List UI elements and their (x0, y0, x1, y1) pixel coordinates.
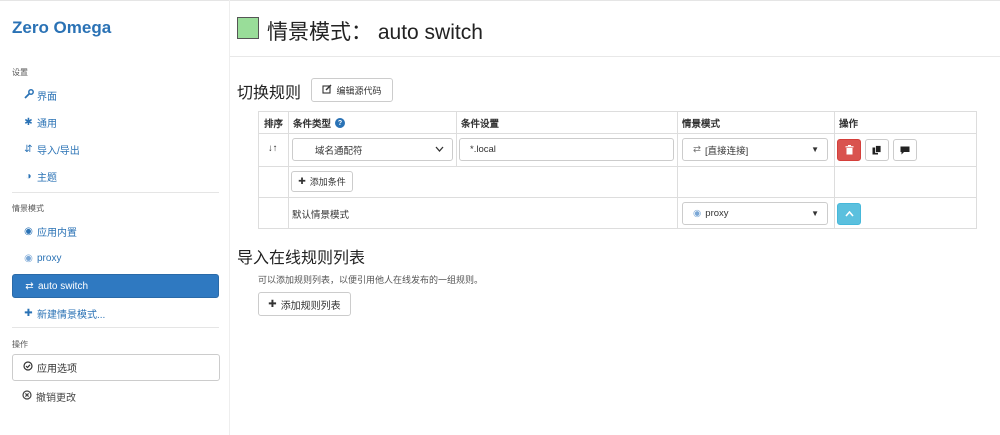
edit-source-button[interactable]: 编辑源代码 (311, 78, 393, 102)
sidebar-item-theme[interactable]: ◑ 主题 (12, 164, 219, 188)
column-header-profile: 情景模式 (682, 119, 721, 130)
sidebar-item-label: 应用内置 (37, 227, 77, 239)
plus-icon: ✚ (268, 298, 277, 310)
table-divider (456, 112, 457, 166)
table-divider (288, 112, 289, 228)
sidebar: Zero Omega 设置 界面 ✱ 通用 ⇵ 导入/导出 ◑ 主题 情景模式 … (0, 0, 230, 435)
add-condition-label: 添加条件 (309, 177, 346, 187)
edit-source-label: 编辑源代码 (336, 85, 382, 96)
condition-type-value: 域名通配符 (315, 145, 363, 157)
direct-connect-icon: ⇄ (693, 144, 701, 155)
table-divider (834, 112, 835, 228)
sidebar-item-builtin[interactable]: ◉ 应用内置 (12, 219, 219, 243)
sidebar-item-proxy[interactable]: ◉ proxy (12, 246, 219, 270)
settings-header: 设置 (12, 68, 28, 77)
comment-rule-button[interactable] (893, 139, 917, 161)
default-profile-label: 默认情景模式 (292, 210, 350, 221)
table-divider (259, 133, 976, 134)
condition-value-input[interactable]: *.local (459, 138, 674, 161)
column-header-label: 条件类型 (293, 119, 332, 130)
wrench-icon (22, 88, 35, 102)
rule-profile-select[interactable]: ⇄ [直接连接] ▼ (682, 138, 828, 161)
header-divider (230, 56, 1000, 57)
sidebar-item-label: proxy (37, 252, 62, 264)
add-rule-list-button[interactable]: ✚ 添加规则列表 (258, 292, 351, 316)
trash-icon (845, 145, 853, 155)
copy-icon (872, 145, 882, 155)
brand-title[interactable]: Zero Omega (12, 18, 111, 38)
sidebar-item-label: auto switch (38, 280, 89, 292)
rule-profile-value: [直接连接] (704, 145, 749, 157)
plus-icon: ✚ (24, 307, 33, 319)
column-header-condition-value: 条件设置 (461, 119, 500, 130)
globe-icon: ◉ (24, 252, 33, 264)
sort-handle-icon[interactable]: ↓↑ (268, 143, 278, 154)
sidebar-item-label: 新建情景模式... (37, 309, 106, 321)
sidebar-divider (12, 327, 219, 328)
delete-rule-button[interactable] (837, 139, 861, 161)
gear-icon: ✱ (24, 116, 33, 128)
column-header-sort: 排序 (264, 119, 284, 130)
sidebar-item-label: 主题 (37, 172, 57, 184)
rules-table: 排序 条件类型 ? 条件设置 情景模式 操作 ↓↑ 域名通配符 *.local … (258, 111, 977, 229)
rules-section-title: 切换规则 (237, 85, 302, 102)
revert-changes-button[interactable]: 撤销更改 (12, 386, 76, 406)
switch-icon: ⇄ (25, 280, 34, 292)
theme-icon: ◑ (25, 170, 32, 182)
chevron-up-icon (844, 211, 854, 217)
caret-down-icon: ▼ (811, 209, 819, 218)
default-profile-value: proxy (705, 208, 729, 219)
apply-options-button[interactable]: 应用选项 (12, 354, 220, 381)
column-header-actions: 操作 (839, 119, 859, 130)
clone-rule-button[interactable] (865, 139, 889, 161)
revert-changes-label: 撤销更改 (36, 392, 76, 404)
edit-icon (322, 84, 332, 96)
page-title: 情景模式： auto switch (267, 21, 483, 44)
sidebar-item-label: 导入/导出 (37, 145, 80, 157)
condition-type-select[interactable]: 域名通配符 (292, 138, 453, 161)
chevron-down-icon (435, 145, 444, 154)
sidebar-item-general[interactable]: ✱ 通用 (12, 110, 219, 134)
close-circle-icon (22, 389, 32, 403)
default-profile-select[interactable]: ◉ proxy ▼ (682, 202, 828, 225)
sidebar-item-interface[interactable]: 界面 (12, 83, 219, 107)
sidebar-divider (12, 192, 219, 193)
column-header-condition-type: 条件类型 ? (288, 112, 456, 134)
profiles-header: 情景模式 (12, 204, 44, 213)
online-section-title: 导入在线规则列表 (237, 250, 366, 267)
move-up-button[interactable] (837, 203, 861, 225)
sidebar-item-new-profile[interactable]: ✚ 新建情景模式... (12, 301, 219, 325)
comment-icon (900, 146, 910, 154)
sidebar-item-label: 通用 (37, 118, 57, 130)
import-export-icon: ⇵ (24, 143, 33, 155)
table-divider (259, 197, 976, 198)
table-divider (259, 166, 976, 167)
check-circle-icon (23, 361, 33, 374)
help-icon[interactable]: ? (335, 118, 346, 128)
profile-color-swatch (237, 17, 259, 39)
actions-header: 操作 (12, 340, 28, 349)
caret-down-icon: ▼ (811, 145, 819, 154)
globe-icon: ◉ (24, 225, 33, 237)
add-condition-button[interactable]: ✚ 添加条件 (291, 171, 353, 192)
plus-icon: ✚ (298, 176, 306, 186)
table-divider (677, 112, 678, 228)
add-rule-list-label: 添加规则列表 (280, 300, 341, 312)
sidebar-item-import-export[interactable]: ⇵ 导入/导出 (12, 137, 219, 161)
online-section-description: 可以添加规则列表，以便引用他人在线发布的一组规则。 (258, 275, 484, 285)
sidebar-item-auto-switch[interactable]: ⇄ auto switch (12, 274, 219, 298)
sidebar-item-label: 界面 (37, 91, 57, 103)
apply-options-label: 应用选项 (37, 364, 77, 375)
globe-icon: ◉ (693, 208, 702, 219)
